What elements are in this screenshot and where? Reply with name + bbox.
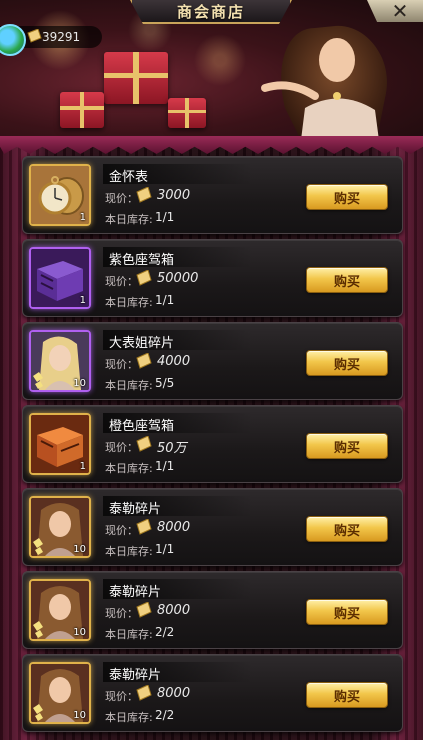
buy-button[interactable]: 购买 — [306, 682, 388, 708]
list-item: 1 金怀表 现价： 3000 本日库存: 1/1 购买 — [22, 156, 403, 234]
item-name: 金怀表 — [109, 170, 149, 185]
item-name: 泰勒碎片 — [109, 585, 162, 600]
stock-label: 本日库存: — [105, 711, 153, 724]
item-price: 4000 — [157, 354, 191, 369]
buy-button-label: 购买 — [333, 689, 360, 705]
item-icon-frame[interactable]: 10 — [29, 496, 91, 558]
item-stock: 2/2 — [155, 708, 175, 722]
item-price: 50万 — [157, 441, 187, 456]
stock-label: 本日库存: — [105, 213, 153, 226]
item-price: 50000 — [157, 271, 199, 286]
shop-title-plate: 商会商店 — [130, 0, 292, 24]
list-item: 10 泰勒碎片 现价： 8000 本日库存: 1/1 购买 — [22, 488, 403, 566]
buy-button-label: 购买 — [333, 357, 360, 373]
item-icon-frame[interactable]: 1 — [29, 413, 91, 475]
ticket-icon — [136, 685, 152, 701]
buy-button[interactable]: 购买 — [306, 184, 388, 210]
stock-label: 本日库存: — [105, 545, 153, 558]
ticket-icon — [27, 29, 42, 43]
list-item: 1 紫色座驾箱 现价： 50000 本日库存: 1/1 购买 — [22, 239, 403, 317]
item-stock: 1/1 — [155, 293, 175, 307]
price-label: 现价： — [105, 192, 138, 205]
item-name: 橙色座驾箱 — [109, 419, 175, 434]
item-stock: 1/1 — [155, 459, 175, 473]
item-icon-frame[interactable]: 10 — [29, 579, 91, 641]
item-name: 大表姐碎片 — [109, 336, 175, 351]
item-count: 1 — [79, 295, 86, 306]
ticket-icon — [136, 436, 152, 452]
buy-button-label: 购买 — [333, 523, 360, 539]
item-icon-frame[interactable]: 1 — [29, 164, 91, 226]
buy-button[interactable]: 购买 — [306, 350, 388, 376]
list-item: 1 橙色座驾箱 现价： 50万 本日库存: 1/1 购买 — [22, 405, 403, 483]
price-label: 现价： — [105, 690, 138, 703]
ticket-icon — [136, 353, 152, 369]
buy-button[interactable]: 购买 — [306, 433, 388, 459]
page-title: 商会商店 — [176, 2, 245, 21]
item-price: 8000 — [157, 603, 191, 618]
buy-button-label: 购买 — [333, 274, 360, 290]
hostess-illustration — [261, 25, 387, 136]
price-label: 现价： — [105, 275, 138, 288]
item-name: 紫色座驾箱 — [109, 253, 175, 268]
item-name: 泰勒碎片 — [109, 668, 162, 683]
item-stock: 1/1 — [155, 542, 175, 556]
currency-amount: 39291 — [42, 30, 81, 44]
item-count: 10 — [73, 544, 86, 555]
list-item: 10 泰勒碎片 现价： 8000 本日库存: 2/2 购买 — [22, 654, 403, 732]
item-icon-frame[interactable]: 10 — [29, 662, 91, 724]
gift-box-image — [60, 92, 104, 128]
price-label: 现价： — [105, 524, 138, 537]
gift-box-image — [104, 52, 168, 104]
buy-button[interactable]: 购买 — [306, 516, 388, 542]
stock-label: 本日库存: — [105, 462, 153, 475]
buy-button-label: 购买 — [333, 606, 360, 622]
item-stock: 5/5 — [155, 376, 175, 390]
buy-button[interactable]: 购买 — [306, 267, 388, 293]
buy-button-label: 购买 — [333, 440, 360, 456]
item-price: 8000 — [157, 520, 191, 535]
ticket-icon — [136, 519, 152, 535]
stock-label: 本日库存: — [105, 628, 153, 641]
ticket-icon — [136, 187, 152, 203]
ticket-icon — [136, 602, 152, 618]
price-label: 现价： — [105, 607, 138, 620]
list-item: 10 大表姐碎片 现价： 4000 本日库存: 5/5 购买 — [22, 322, 403, 400]
gift-box-image — [168, 98, 206, 128]
ticket-icon — [136, 270, 152, 286]
item-count: 10 — [73, 710, 86, 721]
item-count: 10 — [73, 378, 86, 389]
item-count: 1 — [79, 461, 86, 472]
item-count: 1 — [79, 212, 86, 223]
stock-label: 本日库存: — [105, 296, 153, 309]
shop-item-list: 1 金怀表 现价： 3000 本日库存: 1/1 购买 1 紫色座驾箱 现价： … — [22, 156, 403, 737]
item-price: 8000 — [157, 686, 191, 701]
item-icon-frame[interactable]: 10 — [29, 330, 91, 392]
price-label: 现价： — [105, 441, 138, 454]
item-stock: 2/2 — [155, 625, 175, 639]
item-price: 3000 — [157, 188, 191, 203]
item-name: 泰勒碎片 — [109, 502, 162, 517]
close-icon: ✕ — [391, 0, 409, 23]
item-count: 10 — [73, 627, 86, 638]
buy-button[interactable]: 购买 — [306, 599, 388, 625]
list-item: 10 泰勒碎片 现价： 8000 本日库存: 2/2 购买 — [22, 571, 403, 649]
item-stock: 1/1 — [155, 210, 175, 224]
price-label: 现价： — [105, 358, 138, 371]
stock-label: 本日库存: — [105, 379, 153, 392]
buy-button-label: 购买 — [333, 191, 360, 207]
item-icon-frame[interactable]: 1 — [29, 247, 91, 309]
